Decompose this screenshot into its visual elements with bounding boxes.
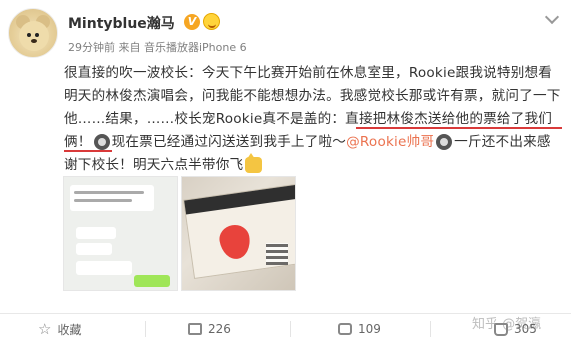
chat-bubble xyxy=(76,227,116,239)
star-icon: ☆ xyxy=(38,320,52,338)
like-count: 305 xyxy=(514,322,537,336)
chat-line xyxy=(74,199,132,202)
favorite-label: 收藏 xyxy=(57,322,82,337)
avatar-bear-eye xyxy=(27,33,31,37)
like-button[interactable]: 305 xyxy=(494,319,537,339)
divider xyxy=(430,321,431,337)
ticket-photo-image[interactable] xyxy=(181,176,296,291)
repost-count: 226 xyxy=(208,322,231,336)
post-meta: 29分钟前 来自 音乐播放器iPhone 6 xyxy=(68,41,247,54)
avatar-bear-eye xyxy=(35,33,39,37)
post-text-part2: 现在票已经通过闪送送到我手上了啦～ xyxy=(111,134,347,150)
username-link[interactable]: Mintyblue瀚马 xyxy=(68,13,175,33)
thumbs-up-icon xyxy=(494,322,508,336)
comment-icon xyxy=(338,323,352,335)
avatar[interactable] xyxy=(8,8,58,58)
ticket-band xyxy=(184,184,295,215)
member-badge-icon xyxy=(203,13,220,30)
chat-bubble xyxy=(134,275,170,287)
chat-screenshot-image[interactable] xyxy=(63,176,178,291)
chat-line xyxy=(74,191,144,194)
post-text: 很直接的吹一波校长：今天下午比赛开始前在休息室里，Rookie跟我说特别想看明天… xyxy=(64,62,564,177)
avatar-bear-face xyxy=(19,21,49,51)
highlight-underline xyxy=(356,127,562,129)
comment-count: 109 xyxy=(358,322,381,336)
chat-bubble xyxy=(70,185,154,211)
highlight-underline xyxy=(64,150,112,152)
chevron-down-icon[interactable] xyxy=(544,9,560,25)
qr-code-icon xyxy=(266,243,288,265)
comment-button[interactable]: 109 xyxy=(338,319,381,339)
repost-button[interactable]: 226 xyxy=(188,319,231,339)
grin-emoji-icon xyxy=(436,134,453,150)
divider xyxy=(290,321,291,337)
chat-bubble xyxy=(76,243,112,255)
favorite-button[interactable]: ☆ 收藏 xyxy=(38,319,81,339)
avatar-bear-nose xyxy=(31,39,37,43)
mention-link[interactable]: @Rookie帅哥 xyxy=(346,134,434,150)
sunglasses-emoji-icon xyxy=(93,134,110,150)
cat-emoji-icon xyxy=(245,153,263,173)
verified-badge-icon: V xyxy=(184,14,200,30)
divider xyxy=(145,321,146,337)
repost-icon xyxy=(188,323,202,335)
chat-bubble xyxy=(76,261,132,275)
